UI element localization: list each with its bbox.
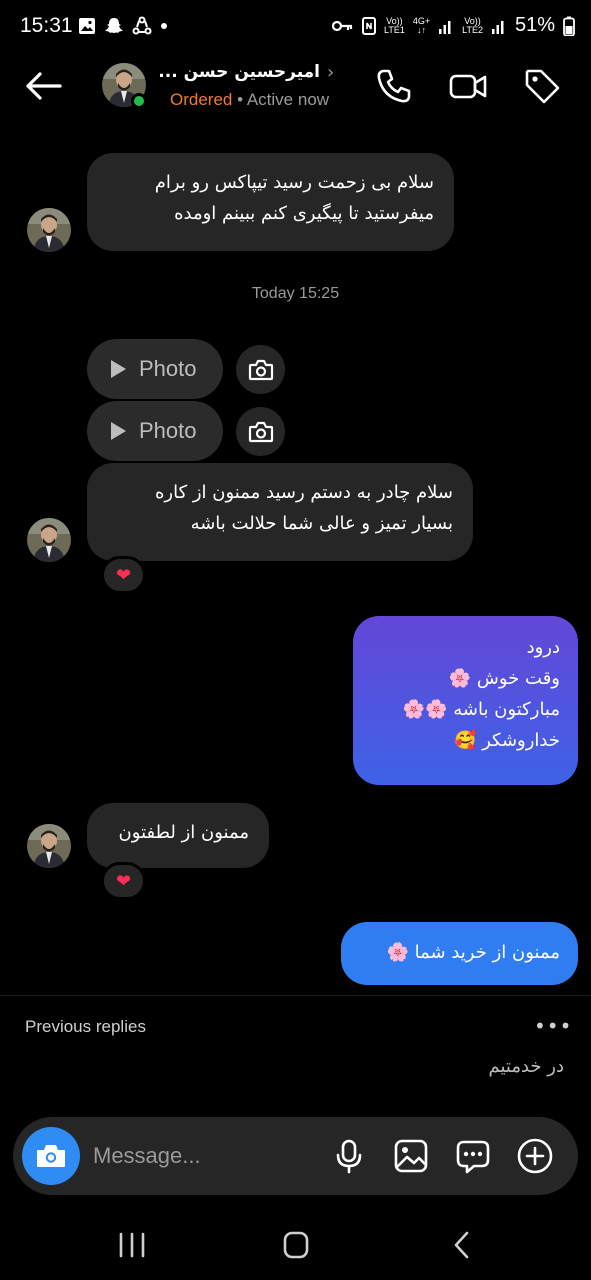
- nfc-icon: [362, 16, 377, 35]
- system-navbar: [0, 1210, 591, 1280]
- signal-icon: [491, 20, 504, 34]
- message-text: درود: [526, 637, 560, 658]
- active-now-label: Active now: [246, 90, 330, 109]
- message-bubble-incoming[interactable]: ممنون از لطفتون: [87, 803, 269, 868]
- camera-icon: [248, 359, 273, 380]
- network-label: 4G+ ↓↑: [412, 15, 431, 35]
- tag-icon[interactable]: [522, 66, 562, 106]
- message-text: سلام بی زحمت رسید تیپاکس رو برام: [154, 172, 434, 193]
- camera-icon: [37, 1145, 65, 1167]
- status-separator: •: [232, 90, 247, 109]
- heart-reaction[interactable]: ❤: [101, 556, 146, 594]
- status-time: 15:31: [20, 14, 73, 37]
- chevron-right-icon[interactable]: ›: [327, 62, 334, 83]
- chat-sticker-icon[interactable]: [454, 1137, 492, 1175]
- message-bubble-incoming[interactable]: سلام چادر به دستم رسید ممنون از کاره بسی…: [87, 463, 473, 561]
- image-icon[interactable]: [392, 1137, 430, 1175]
- online-indicator: [131, 93, 147, 109]
- home-icon[interactable]: [276, 1230, 316, 1260]
- phone-icon[interactable]: [374, 66, 414, 106]
- heart-icon: ❤: [115, 870, 132, 892]
- message-bubble-outgoing[interactable]: درود وقت خوش 🌸 مبارکتون باشه 🌸🌸 خداروشکر…: [353, 616, 578, 785]
- back-icon[interactable]: [442, 1230, 482, 1260]
- recent-apps-icon[interactable]: [112, 1230, 152, 1260]
- camera-icon: [248, 421, 273, 442]
- photo-message[interactable]: Photo: [87, 339, 223, 399]
- avatar[interactable]: [27, 824, 71, 868]
- message-text: میفرستید تا پیگیری کنم ببینم اومده: [174, 203, 434, 224]
- contact-name[interactable]: امیرحسین حسن ...: [158, 62, 320, 82]
- more-options-icon[interactable]: •••: [534, 1014, 572, 1038]
- heart-reaction[interactable]: ❤: [101, 862, 146, 900]
- ordered-label: Ordered: [170, 90, 233, 109]
- heart-icon: ❤: [115, 564, 132, 586]
- photo-message[interactable]: Photo: [87, 401, 223, 461]
- key-icon: [332, 20, 353, 31]
- volte1-label: Vo)) LTE1: [384, 15, 405, 35]
- message-text: خداروشکر 🥰: [453, 730, 560, 751]
- message-text: بسیار تمیز و عالی شما حلالت باشه: [190, 513, 453, 534]
- plus-icon[interactable]: [516, 1137, 554, 1175]
- message-text: مبارکتون باشه 🌸🌸: [402, 699, 560, 720]
- view-photo-button[interactable]: [236, 407, 285, 456]
- battery-icon: [563, 16, 575, 36]
- sync-icon: [132, 16, 152, 35]
- message-bubble-outgoing[interactable]: ممنون از خرید شما 🌸: [341, 922, 578, 985]
- message-composer: [13, 1117, 578, 1195]
- battery-percent: 51%: [514, 14, 555, 36]
- video-icon[interactable]: [448, 66, 488, 106]
- gallery-icon: [79, 18, 95, 34]
- message-bubble-incoming[interactable]: سلام بی زحمت رسید تیپاکس رو برام میفرستی…: [87, 153, 454, 251]
- avatar[interactable]: [27, 208, 71, 252]
- message-text: سلام چادر به دستم رسید ممنون از کاره: [154, 482, 453, 503]
- chat-header: امیرحسین حسن ... › Ordered • Active now: [0, 56, 591, 120]
- message-text: ممنون از لطفتون: [118, 822, 249, 843]
- message-text: وقت خوش 🌸: [448, 668, 560, 689]
- status-bar: 15:31 Vo)) LTE1 4G+ ↓↑ Vo)) LTE2 51%: [0, 0, 591, 56]
- volte2-label: Vo)) LTE2: [462, 15, 483, 35]
- status-right: Vo)) LTE1 4G+ ↓↑ Vo)) LTE2 51%: [332, 14, 575, 37]
- message-input[interactable]: [93, 1141, 313, 1171]
- camera-button[interactable]: [22, 1127, 80, 1185]
- microphone-icon[interactable]: [330, 1137, 368, 1175]
- photo-label: Photo: [139, 356, 197, 381]
- photo-label: Photo: [139, 418, 197, 443]
- previous-replies-title: Previous replies: [25, 1017, 146, 1036]
- message-text: ممنون از خرید شما 🌸: [386, 942, 560, 963]
- back-arrow-icon[interactable]: [22, 66, 66, 106]
- notification-icons: [78, 16, 168, 36]
- view-photo-button[interactable]: [236, 345, 285, 394]
- play-icon: [111, 422, 126, 440]
- contact-status: Ordered • Active now: [170, 90, 329, 110]
- signal-icon: [439, 20, 451, 34]
- play-icon: [111, 360, 126, 378]
- avatar[interactable]: [27, 518, 71, 562]
- snapchat-icon: [105, 18, 123, 33]
- dot-icon: [161, 23, 167, 29]
- saved-reply-item[interactable]: در خدمتیم: [489, 1056, 565, 1077]
- divider: [0, 995, 591, 996]
- timestamp: Today 15:25: [251, 285, 340, 302]
